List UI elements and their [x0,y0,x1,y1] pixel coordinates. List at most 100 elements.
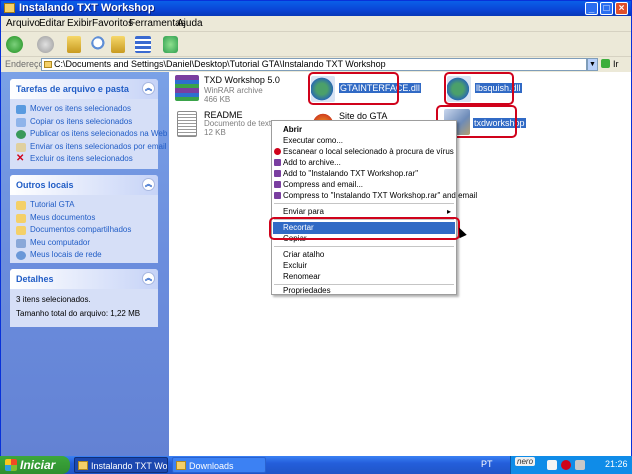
place-network[interactable]: Meus locais de rede [16,249,154,262]
menu-item-scan[interactable]: Escanear o local selecionado à procura d… [273,146,455,158]
tray-app-icon[interactable] [547,460,557,470]
other-places-panel: Outros locais ︽ Tutorial GTA Meus docume… [10,175,158,263]
task-delete[interactable]: ✕ Excluir os itens selecionados [16,153,154,166]
nero-icon[interactable]: nero [515,457,536,466]
panel-header[interactable]: Outros locais ︽ [10,175,158,195]
menu-item-delete[interactable]: Excluir [273,260,455,272]
panel-title: Detalhes [16,274,54,284]
delete-x-icon: ✕ [16,153,25,164]
collapse-icon[interactable]: ︽ [142,178,155,191]
menu-item-create-shortcut[interactable]: Criar atalho [273,249,455,261]
file-tasks-panel: Tarefas de arquivo e pasta ︽ Mover os it… [10,79,167,169]
winrar-icon [274,181,281,188]
folder-icon [16,201,26,210]
start-label: Iniciar [20,458,56,472]
place-my-computer[interactable]: Meu computador [16,237,154,250]
task-publish[interactable]: Publicar os itens selecionados na Web [16,128,167,141]
menu-item-open[interactable]: Abrir [273,124,455,136]
computer-icon [16,238,26,248]
panel-header[interactable]: Tarefas de arquivo e pasta ︽ [10,79,158,99]
minimize-button[interactable]: _ [585,2,598,15]
title-bar[interactable]: Instalando TXT Workshop _ □ × [1,1,631,16]
place-tutorial-gta[interactable]: Tutorial GTA [16,199,154,212]
place-my-documents[interactable]: Meus documentos [16,212,154,225]
close-button[interactable]: × [615,2,628,15]
winrar-archive-icon [175,75,199,101]
copy-icon [16,117,26,127]
winrar-icon [274,192,281,199]
annotation-highlight [308,72,399,105]
annotation-highlight [444,72,514,105]
address-bar: Endereço C:\Documents and Settings\Danie… [1,58,631,72]
collapse-icon[interactable]: ︽ [142,82,155,95]
go-arrow-icon [601,59,610,68]
language-indicator[interactable]: PT [481,459,493,469]
details-panel: Detalhes ︽ 3 itens selecionados. Tamanho… [10,269,158,327]
folder-icon [78,461,88,470]
menu-bar: Arquivo Editar Exibir Favoritos Ferramen… [1,16,631,32]
panel-title: Outros locais [16,180,74,190]
submenu-arrow-icon: ▸ [446,207,451,216]
network-icon [16,251,26,260]
winrar-icon [274,159,281,166]
maximize-button[interactable]: □ [600,2,613,15]
go-label: Ir [613,59,619,69]
menu-editar[interactable]: Editar [39,18,65,29]
menu-arquivo[interactable]: Arquivo [6,18,40,29]
menu-item-compress-rar-email[interactable]: Compress to "Instalando TXT Workshop.rar… [273,190,477,202]
system-tray: PT nero 21:26 [481,456,632,474]
menu-exibir[interactable]: Exibir [67,18,92,29]
task-move[interactable]: Mover os itens selecionados [16,103,154,116]
menu-item-rename[interactable]: Renomear [273,271,455,283]
menu-separator [274,246,454,247]
antivirus-icon [274,148,281,155]
menu-item-compress-email[interactable]: Compress and email... [273,179,455,191]
menu-item-add-archive[interactable]: Add to archive... [273,157,455,169]
taskbar-item-explorer[interactable]: Instalando TXT Work... [74,457,168,473]
views-icon[interactable] [135,36,151,53]
menu-separator [274,203,454,204]
windows-logo-icon [5,459,17,471]
collapse-icon[interactable]: ︽ [142,272,155,285]
folders-icon[interactable] [111,36,125,53]
task-copy[interactable]: Copiar os itens selecionados [16,116,154,129]
menu-favoritos[interactable]: Favoritos [92,18,133,29]
taskbar-item-downloads[interactable]: Downloads [172,457,266,473]
antivirus-tray-icon[interactable] [561,460,571,470]
details-count: 3 itens selecionados. [16,295,91,304]
menu-item-send-to[interactable]: Enviar para ▸ [273,206,455,218]
taskbar: Iniciar Instalando TXT Work... Downloads… [0,456,632,474]
panel-header[interactable]: Detalhes ︽ [10,269,158,289]
go-button[interactable]: Ir [601,58,629,71]
place-shared-documents[interactable]: Documentos compartilhados [16,224,154,237]
shared-folder-icon [16,226,26,235]
address-value: C:\Documents and Settings\Daniel\Desktop… [54,59,386,69]
menu-item-run-as[interactable]: Executar como... [273,135,455,147]
menu-ajuda[interactable]: Ajuda [177,18,203,29]
back-icon[interactable] [6,36,23,53]
address-label: Endereço [5,59,44,69]
sync-icon[interactable] [163,36,178,53]
up-folder-icon[interactable] [67,36,81,53]
folder-icon [176,461,186,470]
menu-item-properties[interactable]: Propriedades [273,285,455,297]
winrar-icon [274,170,281,177]
search-icon[interactable] [91,36,108,53]
address-field[interactable]: C:\Documents and Settings\Daniel\Desktop… [41,58,587,71]
annotation-highlight [269,217,460,240]
move-icon [16,105,26,114]
task-email[interactable]: Enviar os itens selecionados por email [16,141,167,154]
folder-icon [44,61,52,68]
details-size: Tamanho total do arquivo: 1,22 MB [16,309,141,318]
task-pane: Tarefas de arquivo e pasta ︽ Mover os it… [1,72,169,456]
start-button[interactable]: Iniciar [0,456,70,474]
context-menu: Abrir Executar como... Escanear o local … [271,120,477,297]
volume-icon[interactable] [575,460,585,470]
globe-icon [16,130,26,139]
folder-icon [4,3,15,13]
menu-item-add-rar[interactable]: Add to "Instalando TXT Workshop.rar" [273,168,455,180]
forward-icon[interactable] [37,36,54,53]
documents-icon [16,213,26,223]
chevron-down-icon[interactable]: ▼ [587,58,598,71]
envelope-icon [16,142,26,152]
